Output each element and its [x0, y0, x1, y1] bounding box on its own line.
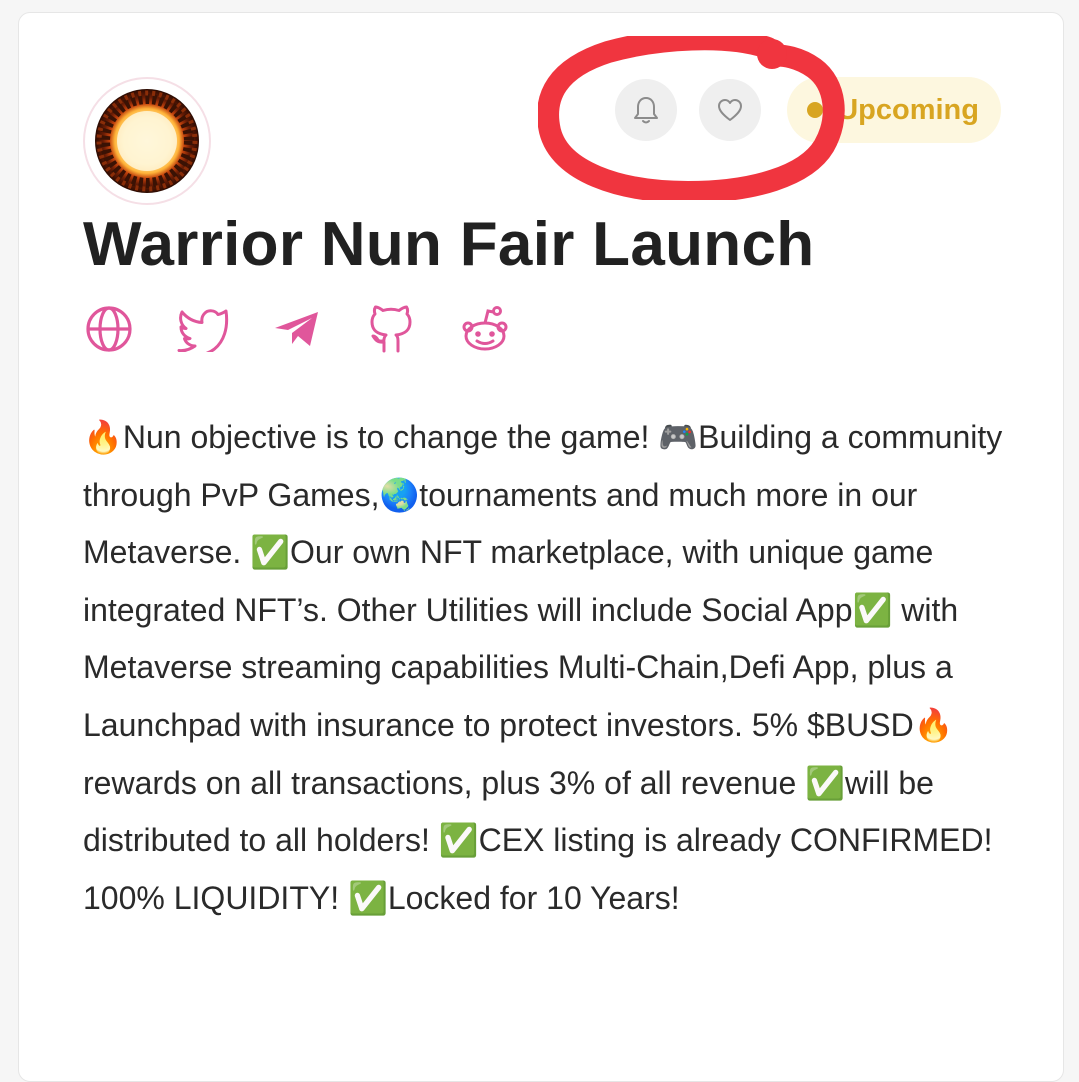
twitter-link[interactable] [177, 303, 229, 355]
top-actions: Upcoming [615, 77, 1001, 143]
status-badge: Upcoming [787, 77, 1001, 143]
notification-button[interactable] [615, 79, 678, 141]
github-link[interactable] [365, 303, 417, 355]
reddit-link[interactable] [459, 303, 511, 355]
fire-ring-logo-icon [95, 89, 199, 193]
reddit-icon [462, 306, 508, 351]
heart-icon [718, 99, 743, 121]
telegram-link[interactable] [271, 303, 323, 355]
status-dot-icon [807, 102, 824, 118]
project-card: Upcoming Warrior Nun Fair Launch 🔥Nun ob… [18, 12, 1064, 1082]
project-title: Warrior Nun Fair Launch [83, 210, 815, 279]
bell-icon [634, 97, 659, 124]
globe-icon [86, 306, 132, 352]
project-logo [83, 77, 211, 205]
github-icon [370, 305, 412, 353]
favorite-button[interactable] [699, 79, 762, 141]
twitter-icon [177, 309, 229, 352]
social-links [83, 303, 553, 355]
website-link[interactable] [83, 303, 135, 355]
project-description: 🔥Nun objective is to change the game! 🎮B… [83, 419, 1003, 916]
status-label: Upcoming [837, 93, 979, 126]
telegram-icon [275, 312, 318, 346]
